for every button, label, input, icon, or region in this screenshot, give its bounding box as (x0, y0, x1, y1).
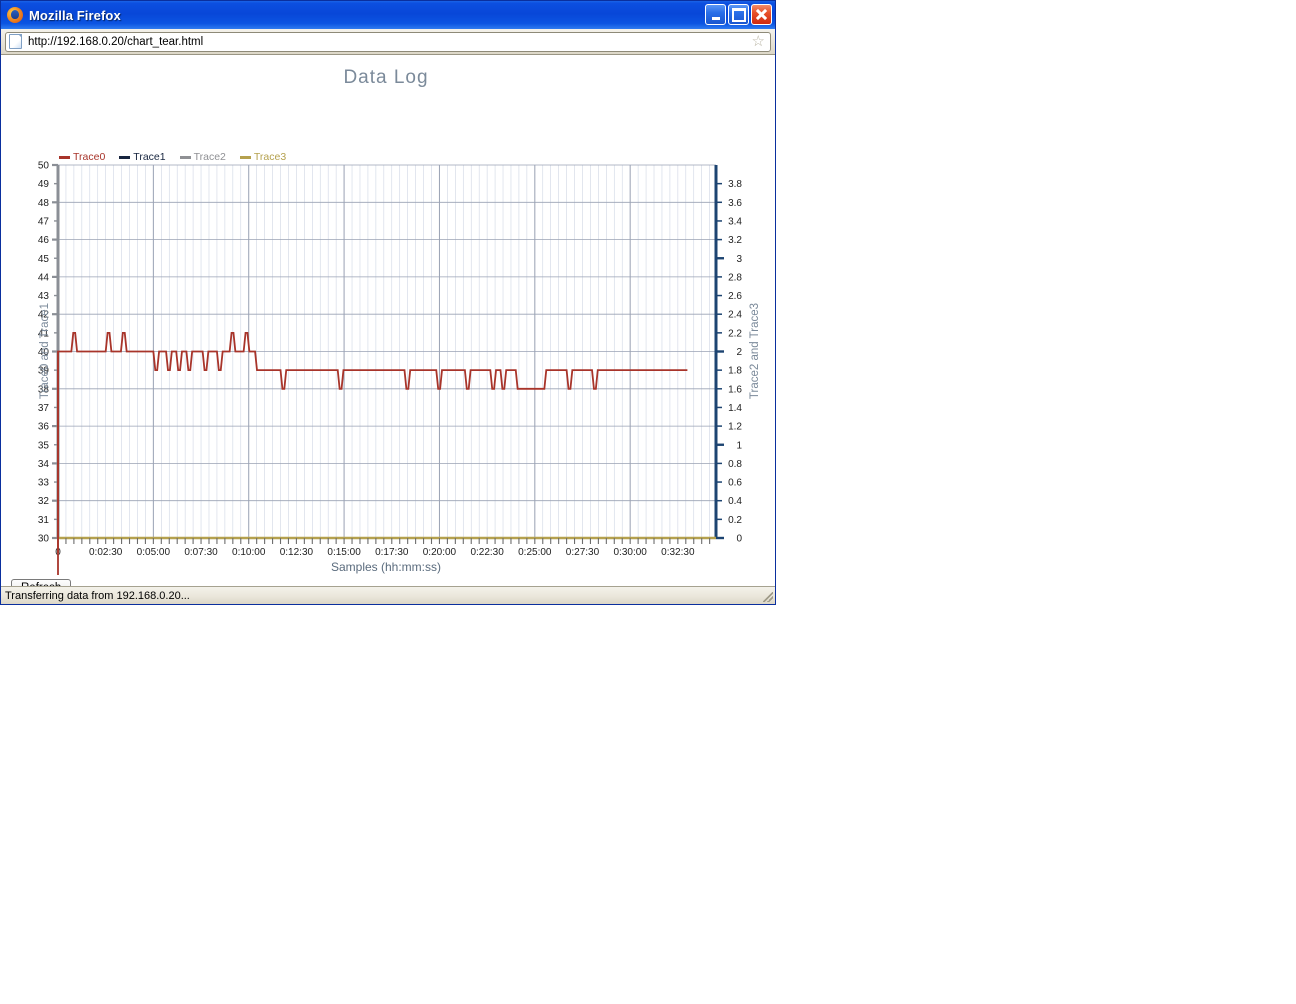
status-bar: Transferring data from 192.168.0.20... (1, 586, 775, 604)
maximize-button[interactable] (728, 4, 749, 25)
svg-text:0:25:00: 0:25:00 (518, 547, 552, 558)
window-controls (705, 4, 772, 25)
svg-text:0:02:30: 0:02:30 (89, 547, 123, 558)
svg-text:0:17:30: 0:17:30 (375, 547, 409, 558)
star-icon[interactable]: ☆ (752, 34, 765, 49)
svg-text:3.2: 3.2 (728, 235, 742, 246)
svg-text:3.8: 3.8 (728, 179, 742, 190)
svg-text:44: 44 (38, 272, 50, 283)
svg-text:0:10:00: 0:10:00 (232, 547, 266, 558)
svg-text:47: 47 (38, 216, 50, 227)
svg-text:0.8: 0.8 (728, 459, 742, 470)
close-button[interactable] (751, 4, 772, 25)
firefox-logo-icon (6, 6, 24, 24)
svg-text:0:07:30: 0:07:30 (184, 547, 218, 558)
svg-text:48: 48 (38, 198, 50, 209)
svg-text:0:20:00: 0:20:00 (423, 547, 457, 558)
svg-text:35: 35 (38, 440, 50, 451)
url-input[interactable]: http://192.168.0.20/chart_tear.html (28, 36, 752, 48)
svg-text:1.6: 1.6 (728, 384, 742, 395)
svg-text:0: 0 (736, 534, 742, 545)
svg-text:2: 2 (736, 347, 742, 358)
svg-text:2.2: 2.2 (728, 328, 742, 339)
status-text: Transferring data from 192.168.0.20... (5, 589, 190, 602)
refresh-button[interactable]: Refresh (11, 579, 72, 586)
url-bar[interactable]: http://192.168.0.20/chart_tear.html ☆ (5, 31, 771, 52)
svg-text:0:30:00: 0:30:00 (613, 547, 647, 558)
svg-text:2.8: 2.8 (728, 272, 742, 283)
svg-text:34: 34 (38, 459, 50, 470)
minimize-button[interactable] (705, 4, 726, 25)
data-log-chart: Data Log Trace0 Trace1 Trace2 Trace3 30 … (1, 55, 771, 575)
browser-window: Mozilla Firefox http://192.168.0.20/char… (0, 0, 776, 605)
y-axis-right-label: Trace2 and Trace3 (749, 302, 761, 400)
svg-text:3.4: 3.4 (728, 216, 742, 227)
svg-text:1.2: 1.2 (728, 422, 742, 433)
svg-text:1: 1 (736, 440, 742, 451)
page-icon (9, 34, 22, 49)
svg-text:1.8: 1.8 (728, 366, 742, 377)
svg-text:0:27:30: 0:27:30 (566, 547, 600, 558)
svg-text:0:05:00: 0:05:00 (137, 547, 171, 558)
svg-text:0:15:00: 0:15:00 (327, 547, 361, 558)
page-viewport: Data Log Trace0 Trace1 Trace2 Trace3 30 … (1, 55, 775, 586)
svg-text:49: 49 (38, 179, 50, 190)
svg-text:46: 46 (38, 235, 50, 246)
svg-text:30: 30 (38, 534, 50, 545)
y-axis-left-label: Trace0 and Trace1 (39, 302, 51, 400)
x-axis-label: Samples (hh:mm:ss) (330, 560, 442, 574)
plot-svg: 3031323334353637383940414243444546474849… (38, 161, 742, 575)
window-title: Mozilla Firefox (29, 7, 121, 23)
svg-text:33: 33 (38, 478, 50, 489)
svg-text:32: 32 (38, 496, 50, 507)
svg-text:0.2: 0.2 (728, 515, 742, 526)
svg-text:2.4: 2.4 (728, 310, 742, 321)
svg-text:0:22:30: 0:22:30 (470, 547, 504, 558)
svg-text:36: 36 (38, 422, 50, 433)
svg-text:0.6: 0.6 (728, 478, 742, 489)
resize-grip[interactable] (763, 592, 773, 602)
svg-text:31: 31 (38, 515, 50, 526)
svg-text:1.4: 1.4 (728, 403, 742, 414)
plot-region: 30 31 32 33 34 35 36 37 38 39 40 41 42 43 44 45 46 47 48 49… (1, 55, 771, 575)
svg-text:0.4: 0.4 (728, 496, 742, 507)
svg-text:3.6: 3.6 (728, 198, 742, 209)
svg-text:2.6: 2.6 (728, 291, 742, 302)
svg-text:50: 50 (38, 161, 50, 172)
window-titlebar: Mozilla Firefox (1, 1, 775, 29)
svg-text:3: 3 (736, 254, 742, 265)
svg-text:0:32:30: 0:32:30 (661, 547, 695, 558)
svg-text:0:12:30: 0:12:30 (280, 547, 314, 558)
svg-text:45: 45 (38, 254, 50, 265)
navigation-toolbar: http://192.168.0.20/chart_tear.html ☆ (1, 29, 775, 55)
